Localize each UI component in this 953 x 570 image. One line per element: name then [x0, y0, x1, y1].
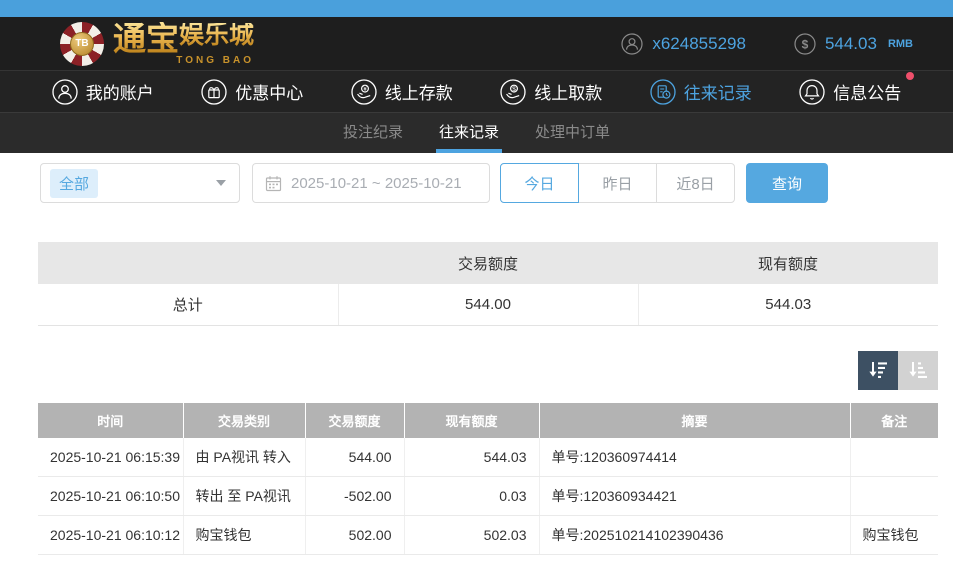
nav-item-records[interactable]: 往来记录 [650, 79, 752, 105]
type-select-value: 全部 [50, 169, 98, 198]
cell-amount: -502.00 [305, 477, 404, 516]
svg-text:$: $ [512, 85, 516, 92]
table-row: 2025-10-21 06:10:50 转出 至 PA视讯 -502.00 0.… [38, 477, 938, 516]
sort-descending-button[interactable] [858, 351, 898, 390]
user-avatar-icon [621, 33, 643, 55]
balance-currency: RMB [888, 38, 913, 50]
cell-summary: 单号:202510214102390436 [539, 516, 850, 555]
query-button[interactable]: 查询 [746, 163, 828, 203]
cell-balance: 544.03 [404, 438, 539, 477]
sort-controls [38, 351, 938, 390]
cell-balance: 502.03 [404, 516, 539, 555]
nav-item-announcements[interactable]: 信息公告 [799, 79, 901, 105]
cell-summary: 单号:120360974414 [539, 438, 850, 477]
summary-total-label: 总计 [38, 284, 338, 325]
nav-label: 优惠中心 [235, 79, 303, 104]
today-button[interactable]: 今日 [500, 163, 579, 203]
nav-item-deposit[interactable]: ¥ 线上存款 [351, 79, 453, 105]
cell-balance: 0.03 [404, 477, 539, 516]
summary-header-current-balance: 现有额度 [638, 242, 938, 284]
transactions-table: 时间 交易类别 交易额度 现有额度 摘要 备注 2025-10-21 06:15… [38, 403, 938, 556]
cell-time: 2025-10-21 06:10:50 [38, 477, 183, 516]
site-logo: TB 通宝 娱乐城 TONG BAO [60, 22, 254, 66]
summary-header-transaction-amount: 交易额度 [338, 242, 638, 284]
casino-chip-icon: TB [60, 22, 104, 66]
svg-text:$: $ [802, 37, 809, 51]
nav-label: 线上取款 [534, 79, 602, 104]
summary-header-row: 交易额度 现有额度 [38, 242, 938, 284]
main-nav: 我的账户 优惠中心 ¥ 线上存款 $ 线上取款 [0, 70, 953, 112]
nav-label: 信息公告 [833, 79, 901, 104]
logo-text: 通宝 娱乐城 TONG BAO [113, 22, 254, 66]
notification-dot [906, 72, 914, 80]
cell-time: 2025-10-21 06:15:39 [38, 438, 183, 477]
logo-title-main: 通宝 [113, 22, 179, 55]
bell-icon [799, 79, 825, 105]
records-icon [650, 79, 676, 105]
cell-amount: 502.00 [305, 516, 404, 555]
tab-transaction-records[interactable]: 往来记录 [436, 113, 502, 153]
table-row: 2025-10-21 06:10:12 购宝钱包 502.00 502.03 单… [38, 516, 938, 555]
logo-title-en: TONG BAO [176, 55, 254, 66]
cell-summary: 单号:120360934421 [539, 477, 850, 516]
nav-label: 线上存款 [385, 79, 453, 104]
sort-ascending-button[interactable] [898, 351, 938, 390]
chip-monogram: TB [70, 32, 94, 56]
balance-amount: 544.03 [825, 34, 877, 54]
transactions-header-row: 时间 交易类别 交易额度 现有额度 摘要 备注 [38, 403, 938, 438]
nav-item-withdraw[interactable]: $ 线上取款 [500, 79, 602, 105]
sort-descending-icon [867, 359, 889, 381]
filter-row: 全部 2025-10-21 ~ 2025-10-21 今日 昨日 近8日 查询 [40, 163, 953, 203]
nav-item-promotions[interactable]: 优惠中心 [201, 79, 303, 105]
user-account[interactable]: x624855298 [621, 33, 746, 55]
cell-amount: 544.00 [305, 438, 404, 477]
withdraw-icon: $ [500, 79, 526, 105]
summary-header-spacer [38, 242, 338, 284]
summary-total-row: 总计 544.00 544.03 [38, 284, 938, 325]
summary-total-current-balance: 544.03 [638, 284, 938, 325]
logo-title-sub: 娱乐城 [179, 23, 254, 48]
chevron-down-icon [216, 180, 226, 186]
cell-note [850, 438, 938, 477]
tab-processing-orders[interactable]: 处理中订单 [532, 113, 613, 153]
table-row: 2025-10-21 06:15:39 由 PA视讯 转入 544.00 544… [38, 438, 938, 477]
top-accent-bar [0, 0, 953, 17]
col-summary: 摘要 [539, 403, 850, 438]
nav-label: 往来记录 [684, 79, 752, 104]
col-balance: 现有额度 [404, 403, 539, 438]
type-select[interactable]: 全部 [40, 163, 240, 203]
cell-type: 购宝钱包 [183, 516, 305, 555]
user-balance[interactable]: $ 544.03 RMB [794, 33, 913, 55]
yesterday-button[interactable]: 昨日 [578, 163, 657, 203]
user-icon [52, 79, 78, 105]
deposit-icon: ¥ [351, 79, 377, 105]
col-time: 时间 [38, 403, 183, 438]
cell-note: 购宝钱包 [850, 516, 938, 555]
sort-ascending-icon [907, 359, 929, 381]
col-amount: 交易额度 [305, 403, 404, 438]
cell-time: 2025-10-21 06:10:12 [38, 516, 183, 555]
cell-note [850, 477, 938, 516]
date-range-value: 2025-10-21 ~ 2025-10-21 [291, 175, 462, 192]
quick-range-group: 今日 昨日 近8日 [500, 163, 735, 203]
tab-betting-records[interactable]: 投注纪录 [340, 113, 406, 153]
col-note: 备注 [850, 403, 938, 438]
last-8-days-button[interactable]: 近8日 [656, 163, 735, 203]
calendar-icon [265, 175, 282, 192]
user-id: x624855298 [652, 34, 746, 54]
sub-nav: 投注纪录 往来记录 处理中订单 [0, 112, 953, 153]
summary-total-transaction-amount: 544.00 [338, 284, 638, 325]
date-range-input[interactable]: 2025-10-21 ~ 2025-10-21 [252, 163, 490, 203]
site-header: TB 通宝 娱乐城 TONG BAO x624855298 $ 544.03 R… [0, 17, 953, 70]
col-type: 交易类别 [183, 403, 305, 438]
user-info: x624855298 $ 544.03 RMB [621, 33, 913, 55]
nav-label: 我的账户 [86, 79, 154, 104]
dollar-coin-icon: $ [794, 33, 816, 55]
nav-item-my-account[interactable]: 我的账户 [52, 79, 154, 105]
cell-type: 由 PA视讯 转入 [183, 438, 305, 477]
gift-icon [201, 79, 227, 105]
summary-table: 交易额度 现有额度 总计 544.00 544.03 [38, 242, 938, 326]
cell-type: 转出 至 PA视讯 [183, 477, 305, 516]
